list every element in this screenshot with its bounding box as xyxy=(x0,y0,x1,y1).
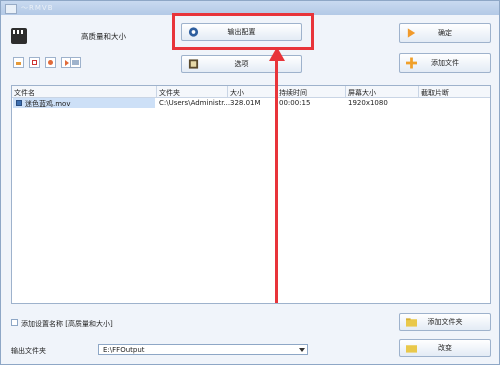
red-highlight-box xyxy=(172,13,314,50)
list-item[interactable]: 迷色蓝鸡.mov C:\Users\Administr... 328.01M 0… xyxy=(12,98,490,108)
remove-task-icon[interactable] xyxy=(29,57,40,68)
add-folder-button[interactable]: 添加文件夹 xyxy=(399,313,491,331)
ok-label: 确定 xyxy=(438,29,452,37)
col-screen-size[interactable]: 屏幕大小 xyxy=(348,88,376,98)
add-file-button[interactable]: 添加文件 xyxy=(399,53,491,73)
col-duration[interactable]: 持续时间 xyxy=(279,88,307,98)
row-filename: 迷色蓝鸡.mov xyxy=(25,100,71,108)
add-setting-checkbox[interactable] xyxy=(11,319,18,326)
red-arrow-head xyxy=(269,47,285,61)
row-duration: 00:00:15 xyxy=(279,99,311,107)
add-file-label: 添加文件 xyxy=(431,59,459,67)
stop-icon[interactable] xyxy=(45,57,56,68)
profile-label: 高质量和大小 xyxy=(81,32,126,41)
window-title: ～RMVB xyxy=(21,4,54,12)
clapperboard-icon xyxy=(11,28,27,44)
file-list[interactable]: 文件名 文件夹 大小 持续时间 屏幕大小 截取片断 迷色蓝鸡.mov C:\Us… xyxy=(11,85,491,304)
red-arrow-shaft xyxy=(275,57,278,303)
row-size: 328.01M xyxy=(230,99,261,107)
output-folder-label: 输出文件夹 xyxy=(11,347,46,355)
change-label: 改变 xyxy=(438,344,452,352)
col-filename[interactable]: 文件名 xyxy=(14,88,35,98)
col-size[interactable]: 大小 xyxy=(230,88,244,98)
view-media-icon[interactable] xyxy=(70,57,81,68)
col-clip[interactable]: 截取片断 xyxy=(421,88,449,98)
list-header: 文件名 文件夹 大小 持续时间 屏幕大小 截取片断 xyxy=(12,86,490,98)
row-folder: C:\Users\Administr... xyxy=(159,99,231,107)
new-task-icon[interactable] xyxy=(13,57,24,68)
chevron-down-icon xyxy=(299,348,305,352)
output-folder-value: E:\FFOutput xyxy=(103,346,145,354)
ok-button[interactable]: 确定 xyxy=(399,23,491,43)
add-folder-label: 添加文件夹 xyxy=(427,318,463,326)
file-checkbox[interactable] xyxy=(16,100,22,106)
col-folder[interactable]: 文件夹 xyxy=(159,88,180,98)
change-button[interactable]: 改变 xyxy=(399,339,491,357)
row-screen-size: 1920x1080 xyxy=(348,99,388,107)
add-setting-label: 添加设置名称 [高质量和大小] xyxy=(21,320,113,328)
app-window: ～RMVB 高质量和大小 输出配置 选项 确定 添加文件 文件名 文件夹 大小 xyxy=(0,0,500,365)
app-icon xyxy=(5,4,17,14)
output-folder-select[interactable]: E:\FFOutput xyxy=(98,344,308,355)
